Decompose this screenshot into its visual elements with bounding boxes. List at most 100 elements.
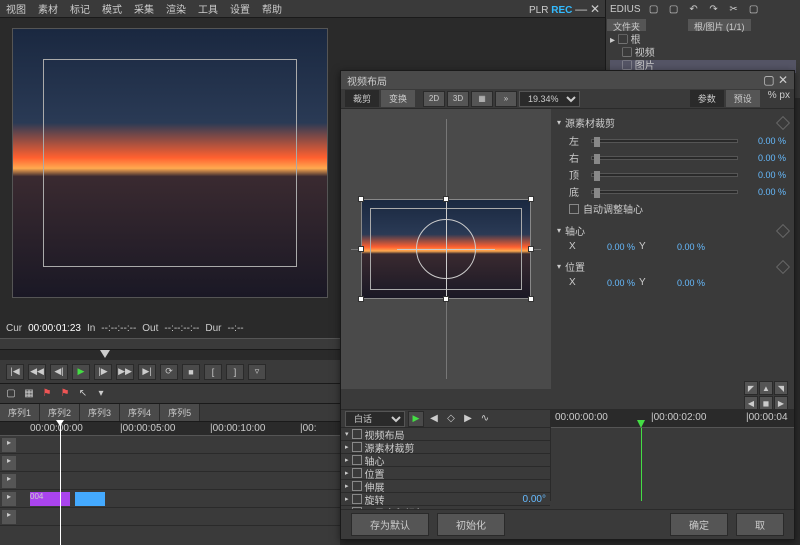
kf-add-icon[interactable]: ◇: [444, 412, 458, 426]
step-back-button[interactable]: ◀|: [50, 364, 68, 380]
timeline-playhead[interactable]: [60, 422, 61, 545]
dialog-titlebar[interactable]: 视频布局 ▢ ✕: [341, 71, 794, 89]
mode-2d-button[interactable]: 2D: [423, 91, 445, 107]
timeline-clip[interactable]: 004: [30, 492, 70, 506]
value-right[interactable]: 0.00 %: [742, 153, 786, 163]
save-default-button[interactable]: 存为默认: [351, 513, 429, 536]
value-left[interactable]: 0.00 %: [742, 136, 786, 146]
keyframe-toggle[interactable]: [776, 259, 790, 273]
tab-preset[interactable]: 预设: [726, 90, 760, 107]
keyframe-toggle[interactable]: [776, 115, 790, 129]
track-label[interactable]: ▸: [2, 456, 16, 470]
resize-handle[interactable]: [528, 296, 534, 302]
auto-axis-checkbox[interactable]: [569, 204, 579, 214]
value-top[interactable]: 0.00 %: [742, 170, 786, 180]
menu-capture[interactable]: 采集: [134, 1, 154, 16]
video-track-4[interactable]: ▸ 004: [0, 490, 340, 508]
ffwd-button[interactable]: ▶▶: [116, 364, 134, 380]
goto-start-button[interactable]: |◀: [6, 364, 24, 380]
axis-y-value[interactable]: 0.00 %: [661, 242, 705, 252]
menu-tools[interactable]: 工具: [198, 1, 218, 16]
resize-handle[interactable]: [358, 246, 364, 252]
tab-seq1[interactable]: 序列1: [0, 404, 40, 421]
resize-handle[interactable]: [528, 246, 534, 252]
preview-ruler[interactable]: [0, 338, 340, 350]
flag-icon[interactable]: ⚑: [40, 387, 54, 401]
in-button[interactable]: [: [204, 364, 222, 380]
save-icon[interactable]: ▢: [667, 2, 681, 16]
in-value[interactable]: --:--:--:--: [101, 323, 136, 334]
nav-center[interactable]: ◼: [759, 396, 773, 410]
preview-image[interactable]: [12, 28, 328, 298]
play-button[interactable]: ▶: [72, 364, 90, 380]
pos-x-value[interactable]: 0.00 %: [591, 278, 635, 288]
tab-params[interactable]: 参数: [690, 90, 724, 107]
menu-view[interactable]: 视图: [6, 1, 26, 16]
tab-seq5[interactable]: 序列5: [160, 404, 200, 421]
new-seq-icon[interactable]: ▢: [4, 387, 18, 401]
rewind-button[interactable]: ◀◀: [28, 364, 46, 380]
kf-prev-icon[interactable]: ◀: [427, 412, 441, 426]
zoom-select[interactable]: 19.34%: [519, 91, 580, 107]
tree-video[interactable]: ▢ 视频: [610, 47, 796, 60]
kf-play-button[interactable]: ▶: [408, 411, 424, 427]
step-fwd-button[interactable]: |▶: [94, 364, 112, 380]
menu-help[interactable]: 帮助: [262, 1, 282, 16]
tab-crop[interactable]: 裁剪: [345, 90, 379, 107]
track-label[interactable]: ▸: [2, 474, 16, 488]
slider-right[interactable]: [591, 156, 738, 160]
out-value[interactable]: --:--:--:--: [164, 323, 199, 334]
minimize-icon[interactable]: —: [575, 2, 587, 16]
slider-bottom[interactable]: [591, 190, 738, 194]
value-bottom[interactable]: 0.00 %: [742, 187, 786, 197]
layout-canvas[interactable]: [341, 109, 551, 389]
audio-track-1[interactable]: ▸: [0, 508, 340, 526]
section-position[interactable]: ▾位置: [555, 257, 790, 276]
menu-settings[interactable]: 设置: [230, 1, 250, 16]
nav-up-left[interactable]: ◤: [744, 381, 758, 395]
track-label[interactable]: ▸: [2, 438, 16, 452]
resize-handle[interactable]: [443, 296, 449, 302]
section-crop[interactable]: ▾源素材裁剪: [555, 113, 790, 132]
grid-icon[interactable]: ▦: [22, 387, 36, 401]
track-label[interactable]: ▸: [2, 492, 16, 506]
folder-icon[interactable]: ▢: [647, 2, 661, 16]
tree-root[interactable]: ▸ ▢ 根: [610, 34, 796, 47]
nav-left[interactable]: ◀: [744, 396, 758, 410]
resize-handle[interactable]: [443, 196, 449, 202]
kf-next-icon[interactable]: ▶: [461, 412, 475, 426]
timeline-clip[interactable]: [75, 492, 105, 506]
loop-button[interactable]: ⟳: [160, 364, 178, 380]
nav-up[interactable]: ▲: [759, 381, 773, 395]
tab-seq4[interactable]: 序列4: [120, 404, 160, 421]
redo-icon[interactable]: ↷: [707, 2, 721, 16]
resize-handle[interactable]: [358, 296, 364, 302]
keyframe-timeline[interactable]: 00:00:00:00 |00:00:02:00 |00:00:04: [551, 410, 794, 501]
kf-curve-icon[interactable]: ∿: [478, 412, 492, 426]
tool-icon[interactable]: ▾: [94, 387, 108, 401]
close-icon[interactable]: ▢ ✕: [763, 73, 788, 87]
menu-clip[interactable]: 素材: [38, 1, 58, 16]
timeline-ruler[interactable]: 00:00:00:00 |00:00:05:00 |00:00:10:00 |0…: [0, 422, 340, 436]
resize-handle[interactable]: [358, 196, 364, 202]
axis-x-value[interactable]: 0.00 %: [591, 242, 635, 252]
slider-left[interactable]: [591, 139, 738, 143]
video-track-3[interactable]: ▸: [0, 472, 340, 490]
cancel-button[interactable]: 取: [736, 513, 784, 536]
mode-extra-button[interactable]: ▦: [471, 91, 493, 107]
playhead-marker[interactable]: [100, 350, 110, 358]
mode-3d-button[interactable]: 3D: [447, 91, 469, 107]
lang-select[interactable]: 白话: [345, 411, 405, 427]
ok-button[interactable]: 确定: [670, 513, 728, 536]
pos-y-value[interactable]: 0.00 %: [661, 278, 705, 288]
nav-right[interactable]: ▶: [774, 396, 788, 410]
expand-icon[interactable]: »: [495, 91, 517, 107]
cut-icon[interactable]: ✂: [727, 2, 741, 16]
cur-value[interactable]: 00:00:01:23: [28, 323, 81, 334]
menu-render[interactable]: 渲染: [166, 1, 186, 16]
track-label[interactable]: ▸: [2, 510, 16, 524]
goto-end-button[interactable]: ▶|: [138, 364, 156, 380]
copy-icon[interactable]: ▢: [747, 2, 761, 16]
cursor-icon[interactable]: ↖: [76, 387, 90, 401]
menu-mode[interactable]: 模式: [102, 1, 122, 16]
